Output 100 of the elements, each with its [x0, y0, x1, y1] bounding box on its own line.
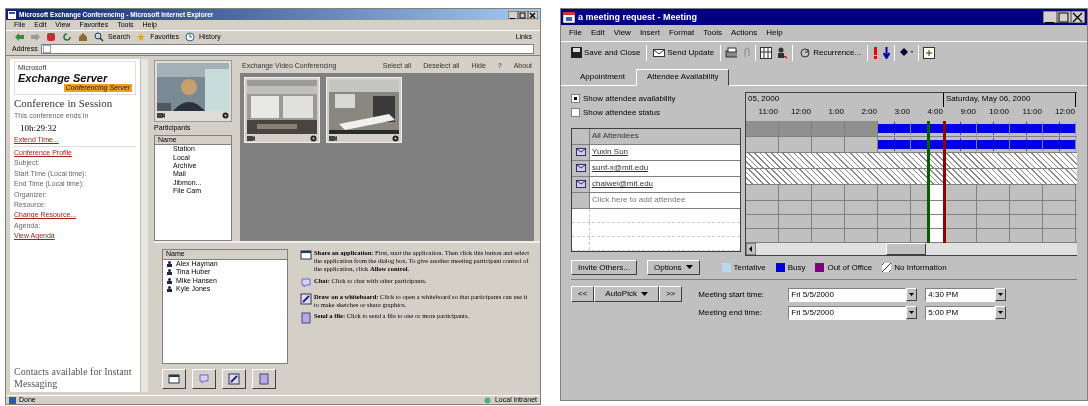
page-icon — [9, 396, 16, 404]
menu-item[interactable]: Format — [668, 28, 695, 38]
tab[interactable]: Attendee Availability — [635, 69, 730, 86]
page-icon — [42, 45, 51, 54]
left-arrow-icon[interactable] — [746, 242, 756, 255]
options-button[interactable]: Options — [647, 259, 700, 276]
address-field[interactable] — [40, 44, 534, 55]
camera-icon[interactable] — [329, 134, 337, 142]
date-field[interactable]: Fri 5/5/2000 — [788, 306, 907, 321]
time-label: 12:00 — [1053, 106, 1076, 118]
printer-icon[interactable] — [725, 46, 738, 59]
attendee-name[interactable]: Yuxin Sun — [590, 144, 631, 160]
caret-icon — [685, 265, 693, 270]
window-icon — [300, 249, 312, 262]
save-button[interactable]: Save and Close — [569, 45, 643, 60]
next-button[interactable]: >> — [658, 286, 683, 302]
menu-item[interactable]: View — [613, 28, 631, 38]
minimize-button[interactable] — [1043, 11, 1057, 23]
caret-icon — [998, 311, 1004, 315]
paperclip-icon[interactable] — [741, 46, 752, 59]
time-field[interactable]: 5:00 PM — [925, 306, 996, 321]
close-button[interactable] — [528, 10, 538, 19]
dropdown-button[interactable] — [995, 288, 1007, 302]
scrollbar[interactable] — [140, 59, 148, 392]
chat-button[interactable] — [192, 369, 216, 389]
form-icon[interactable] — [923, 46, 936, 59]
envelope-icon — [575, 148, 586, 157]
column-header: All Attendees — [590, 128, 740, 144]
legend-label: Tentative — [733, 262, 766, 273]
maximize-button[interactable] — [518, 10, 528, 19]
grid-icon[interactable] — [760, 46, 773, 59]
time-label: 2:00 — [860, 106, 878, 118]
minimize-button[interactable] — [508, 10, 518, 19]
gear-icon[interactable] — [310, 134, 317, 142]
globe-icon — [483, 396, 491, 404]
date-header: 05, 2000 — [746, 92, 944, 107]
diamond-icon[interactable] — [899, 46, 915, 59]
option-label: Show attendee availability — [583, 93, 676, 104]
recurrence-button[interactable]: Recurrence... — [797, 45, 864, 60]
caret-icon — [909, 311, 915, 315]
menu-item[interactable]: Help — [766, 28, 783, 38]
caret-icon — [909, 293, 915, 297]
camera-icon[interactable] — [247, 134, 255, 142]
house-icon[interactable] — [78, 32, 88, 43]
back-icon[interactable] — [14, 32, 24, 43]
menu-item[interactable]: Tools — [703, 28, 722, 38]
time-label: 9:00 — [959, 106, 977, 118]
down-arrow-icon[interactable] — [883, 46, 891, 59]
attendee-name[interactable]: chaiwei@mit.edu — [590, 176, 656, 192]
close-button[interactable] — [1071, 11, 1085, 23]
legend-label: Busy — [787, 262, 806, 273]
date-field[interactable]: Fri 5/5/2000 — [788, 288, 907, 303]
menu-item[interactable]: Insert — [639, 28, 660, 38]
send-button[interactable]: Send Update — [651, 45, 717, 60]
person-icon[interactable] — [776, 46, 789, 59]
envelope-icon — [653, 46, 666, 59]
radio-button[interactable] — [571, 108, 580, 118]
attendee-name[interactable]: sunf-x@mit.edu — [590, 160, 651, 176]
dropdown-button[interactable] — [906, 288, 918, 302]
field-label: Meeting start time: — [698, 290, 766, 300]
time-label: 10:00 — [987, 106, 1010, 118]
radio-button[interactable] — [571, 94, 580, 104]
whiteboard-button[interactable] — [222, 369, 246, 389]
autopick-button[interactable]: AutoPick — [594, 286, 659, 302]
window-title: a meeting request - Meeting — [578, 11, 698, 23]
time-label: 3:00 — [893, 106, 911, 118]
person-icon — [167, 260, 172, 267]
file-button[interactable] — [252, 369, 276, 389]
calendar-icon — [563, 11, 575, 23]
speech-bubble-icon — [300, 276, 312, 289]
pen-icon — [228, 373, 240, 385]
dropdown-button[interactable] — [995, 306, 1007, 320]
refresh-icon[interactable] — [62, 32, 72, 43]
menu-item[interactable]: Edit — [590, 28, 605, 38]
menu-item[interactable]: File — [569, 28, 582, 38]
time-label: 11:00 — [757, 106, 779, 118]
camera-icon[interactable] — [157, 112, 165, 120]
document-icon — [300, 312, 312, 325]
envelope-icon — [575, 164, 586, 173]
gear-icon[interactable] — [392, 134, 399, 142]
stop-icon[interactable] — [46, 32, 56, 43]
previous-button[interactable]: << — [571, 286, 595, 302]
gear-icon[interactable] — [222, 112, 229, 120]
invite-button[interactable]: Invite Others... — [571, 259, 638, 276]
dropdown-button[interactable] — [906, 306, 918, 320]
caret-icon — [640, 292, 648, 296]
countdown-timer: 10h:29:32 — [19, 122, 58, 134]
person-icon — [167, 286, 172, 293]
menu-item[interactable]: Actions — [730, 28, 758, 38]
envelope-icon — [575, 180, 586, 189]
share-button[interactable] — [162, 369, 186, 389]
page-icon — [8, 10, 16, 19]
maximize-button[interactable] — [1057, 11, 1071, 23]
time-label: 4:00 — [926, 106, 944, 118]
option-label: Show attendee status — [583, 107, 660, 118]
section-heading: Contacts available for Instant Messaging — [14, 366, 133, 390]
tab[interactable]: Appointment — [569, 69, 636, 85]
field-label: Meeting end time: — [698, 308, 763, 318]
time-field[interactable]: 4:30 PM — [925, 288, 996, 303]
date-header: Saturday, May 06, 2000 — [944, 92, 1076, 107]
